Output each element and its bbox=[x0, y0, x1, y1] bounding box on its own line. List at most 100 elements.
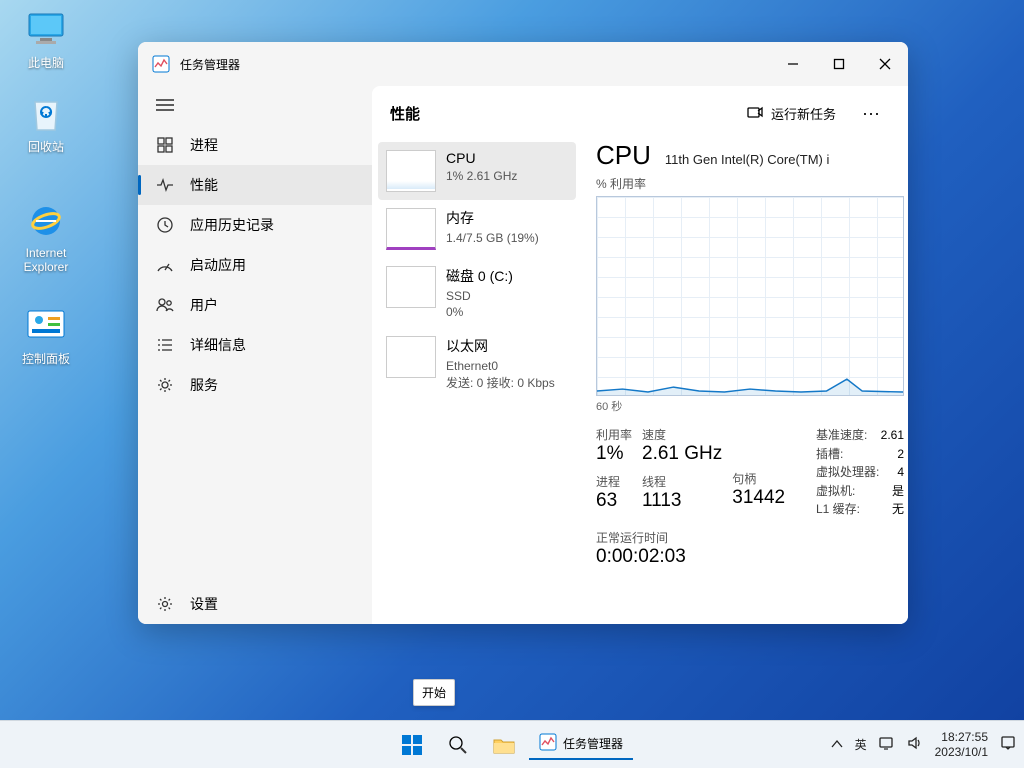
taskbar-app-label: 任务管理器 bbox=[563, 735, 623, 752]
taskbar-date: 2023/10/1 bbox=[935, 745, 988, 760]
window-title: 任务管理器 bbox=[180, 56, 240, 73]
category-subtitle: 1.4/7.5 GB (19%) bbox=[446, 230, 539, 246]
nav-label: 进程 bbox=[190, 135, 218, 155]
performance-category-list: CPU 1% 2.61 GHz 内存 1.4/7.5 GB (19%) bbox=[372, 140, 582, 624]
sockets-value: 2 bbox=[897, 445, 904, 464]
maximize-button[interactable] bbox=[816, 48, 862, 80]
network-icon[interactable] bbox=[879, 736, 895, 753]
desktop-icon-label: 控制面板 bbox=[8, 350, 84, 367]
titlebar[interactable]: 任务管理器 bbox=[138, 42, 908, 86]
start-tooltip: 开始 bbox=[413, 679, 455, 706]
desktop-icon-this-pc[interactable]: 此电脑 bbox=[8, 8, 84, 71]
stat-label: 利用率 bbox=[596, 426, 632, 443]
start-button[interactable] bbox=[391, 724, 433, 766]
page-title: 性能 bbox=[390, 103, 420, 124]
task-manager-icon bbox=[152, 55, 170, 73]
category-disk[interactable]: 磁盘 0 (C:) SSD 0% bbox=[378, 258, 576, 328]
category-subtitle2: 发送: 0 接收: 0 Kbps bbox=[446, 375, 555, 391]
desktop-icon-label: 回收站 bbox=[8, 138, 84, 155]
threads-value: 1113 bbox=[642, 490, 722, 512]
volume-icon[interactable] bbox=[907, 736, 923, 753]
ethernet-thumbnail bbox=[386, 336, 436, 378]
cpu-utilization-chart bbox=[596, 196, 904, 396]
nav-app-history[interactable]: 应用历史记录 bbox=[138, 205, 372, 245]
kv-label: 基准速度: bbox=[816, 426, 867, 445]
detail-title: CPU bbox=[596, 140, 651, 171]
search-button[interactable] bbox=[437, 724, 479, 766]
grid-icon bbox=[156, 136, 174, 154]
ime-indicator[interactable]: 英 bbox=[855, 736, 867, 753]
nav-label: 详细信息 bbox=[190, 335, 246, 355]
list-icon bbox=[156, 336, 174, 354]
utilization-value: 1% bbox=[596, 443, 632, 465]
category-memory[interactable]: 内存 1.4/7.5 GB (19%) bbox=[378, 200, 576, 258]
settings-icon bbox=[156, 595, 174, 613]
nav-details[interactable]: 详细信息 bbox=[138, 325, 372, 365]
run-task-icon bbox=[747, 105, 763, 122]
task-manager-window: 任务管理器 进程 性能 应用历史记录 启动应用 bbox=[138, 42, 908, 624]
category-title: 以太网 bbox=[446, 336, 555, 356]
minimize-button[interactable] bbox=[770, 48, 816, 80]
nav-services[interactable]: 服务 bbox=[138, 365, 372, 405]
hamburger-button[interactable] bbox=[138, 90, 372, 125]
base-speed-value: 2.61 bbox=[881, 426, 904, 445]
nav-label: 服务 bbox=[190, 375, 218, 395]
processes-value: 63 bbox=[596, 490, 632, 512]
pulse-icon bbox=[156, 176, 174, 194]
file-explorer-button[interactable] bbox=[483, 724, 525, 766]
stat-label: 进程 bbox=[596, 473, 632, 490]
run-task-label: 运行新任务 bbox=[771, 104, 836, 123]
desktop-icon-label: 此电脑 bbox=[8, 54, 84, 71]
stat-label: 线程 bbox=[642, 473, 722, 490]
taskbar-clock[interactable]: 18:27:55 2023/10/1 bbox=[935, 730, 988, 760]
cpu-thumbnail bbox=[386, 150, 436, 192]
monitor-icon bbox=[25, 8, 67, 50]
close-button[interactable] bbox=[862, 48, 908, 80]
nav-users[interactable]: 用户 bbox=[138, 285, 372, 325]
main-panel: 性能 运行新任务 ··· CPU 1% 2.61 GHz bbox=[372, 86, 908, 624]
kv-label: 虚拟处理器: bbox=[816, 463, 879, 482]
taskbar-app-task-manager[interactable]: 任务管理器 bbox=[529, 729, 633, 760]
category-ethernet[interactable]: 以太网 Ethernet0 发送: 0 接收: 0 Kbps bbox=[378, 328, 576, 398]
desktop-icon-ie[interactable]: Internet Explorer bbox=[8, 200, 84, 274]
run-new-task-button[interactable]: 运行新任务 bbox=[739, 100, 844, 127]
desktop-icon-control-panel[interactable]: 控制面板 bbox=[8, 304, 84, 367]
control-panel-icon bbox=[25, 304, 67, 346]
notifications-icon[interactable] bbox=[1000, 735, 1016, 754]
uptime-value: 0:00:02:03 bbox=[596, 546, 904, 568]
desktop-icon-recycle-bin[interactable]: 回收站 bbox=[8, 92, 84, 155]
speed-value: 2.61 GHz bbox=[642, 443, 722, 465]
category-subtitle2: 0% bbox=[446, 304, 513, 320]
internet-explorer-icon bbox=[25, 200, 67, 242]
nav-label: 性能 bbox=[190, 175, 218, 195]
kv-label: 虚拟机: bbox=[816, 482, 855, 501]
desktop-icon-label: Internet Explorer bbox=[8, 246, 84, 274]
speedometer-icon bbox=[156, 256, 174, 274]
category-title: 内存 bbox=[446, 208, 539, 228]
kv-label: L1 缓存: bbox=[816, 500, 860, 519]
taskbar: 任务管理器 英 18:27:55 2023/10/1 bbox=[0, 720, 1024, 768]
task-manager-icon bbox=[539, 733, 557, 754]
taskbar-time: 18:27:55 bbox=[935, 730, 988, 745]
nav-startup[interactable]: 启动应用 bbox=[138, 245, 372, 285]
category-title: CPU bbox=[446, 150, 517, 166]
gear-icon bbox=[156, 376, 174, 394]
stat-label: 句柄 bbox=[732, 470, 785, 487]
cpu-model: 11th Gen Intel(R) Core(TM) i bbox=[665, 152, 829, 167]
kv-label: 插槽: bbox=[816, 445, 843, 464]
uptime-label: 正常运行时间 bbox=[596, 529, 904, 546]
utilization-label: % 利用率 bbox=[596, 175, 904, 192]
nav-settings[interactable]: 设置 bbox=[138, 584, 372, 624]
recycle-bin-icon bbox=[25, 92, 67, 134]
logical-processors-value: 4 bbox=[897, 463, 904, 482]
category-subtitle: SSD bbox=[446, 288, 513, 304]
category-title: 磁盘 0 (C:) bbox=[446, 266, 513, 286]
category-cpu[interactable]: CPU 1% 2.61 GHz bbox=[378, 142, 576, 200]
users-icon bbox=[156, 296, 174, 314]
stat-label: 速度 bbox=[642, 426, 722, 443]
tray-chevron-icon[interactable] bbox=[831, 738, 843, 752]
more-options-button[interactable]: ··· bbox=[852, 99, 890, 128]
nav-performance[interactable]: 性能 bbox=[138, 165, 372, 205]
nav-processes[interactable]: 进程 bbox=[138, 125, 372, 165]
memory-thumbnail bbox=[386, 208, 436, 250]
